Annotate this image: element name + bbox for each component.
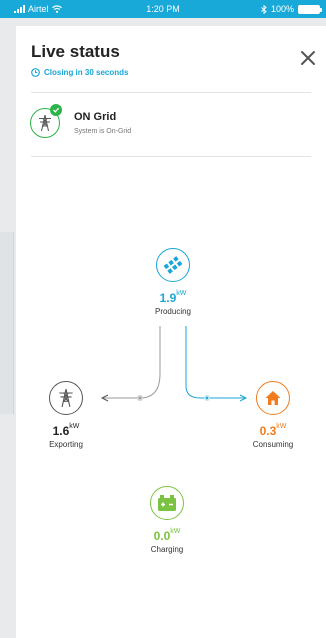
- battery-value-number: 0.0: [153, 529, 171, 543]
- battery-node[interactable]: [150, 486, 184, 520]
- solar-value-number: 1.9: [159, 291, 177, 305]
- battery-value: 0.0kW: [137, 528, 197, 543]
- status-bar: Airtel 1:20 PM 100%: [0, 0, 326, 18]
- grid-value-unit: kW: [69, 423, 80, 430]
- solar-label: Producing: [154, 307, 192, 316]
- solar-panel-icon: [163, 256, 183, 274]
- solar-panel-node[interactable]: [156, 248, 190, 282]
- bluetooth-icon: [261, 4, 267, 14]
- status-bar-right: 100%: [261, 4, 322, 14]
- solar-value-unit: kW: [176, 290, 187, 297]
- home-label: Consuming: [252, 440, 294, 449]
- home-node[interactable]: [256, 381, 290, 415]
- grid-value-number: 1.6: [52, 424, 70, 438]
- battery-icon: [158, 495, 176, 511]
- power-tower-icon: [59, 388, 73, 408]
- home-icon: [265, 391, 281, 405]
- home-value: 0.3kW: [243, 423, 303, 438]
- grid-value: 1.6kW: [36, 423, 96, 438]
- home-value-number: 0.3: [259, 424, 277, 438]
- battery-percent: 100%: [270, 4, 294, 14]
- home-value-unit: kW: [276, 423, 287, 430]
- grid-label: Exporting: [49, 440, 83, 449]
- grid-node[interactable]: [49, 381, 83, 415]
- battery-value-unit: kW: [170, 528, 181, 535]
- solar-value: 1.9kW: [143, 290, 203, 305]
- battery-status-icon: [298, 4, 322, 14]
- background-panel-edge: [0, 232, 14, 414]
- live-status-sheet: Live status Closing in 30 seconds ON Gri…: [16, 26, 326, 638]
- battery-label: Charging: [150, 545, 184, 554]
